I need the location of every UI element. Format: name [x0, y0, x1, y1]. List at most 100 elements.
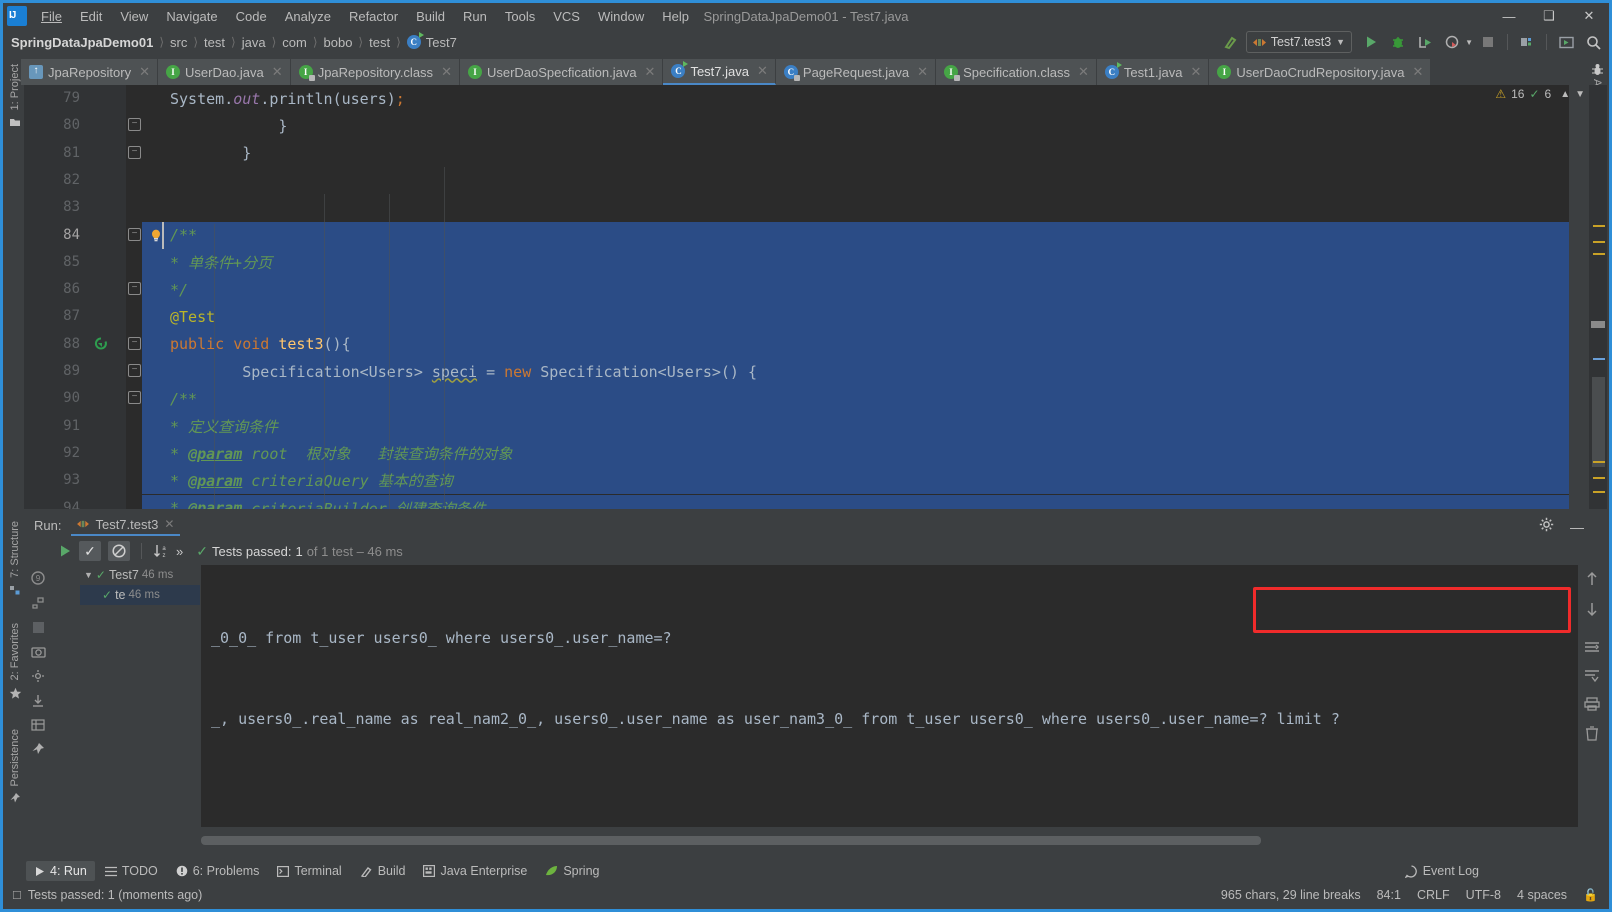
- code-line[interactable]: * @param criteriaBuilder 创建查询条件: [162, 495, 1569, 509]
- marker-warning[interactable]: [1593, 461, 1605, 463]
- grid-icon[interactable]: [31, 719, 45, 731]
- close-icon[interactable]: ✕: [272, 64, 283, 80]
- lock-icon[interactable]: 🔓: [1583, 888, 1598, 902]
- marker-info[interactable]: [1593, 358, 1605, 360]
- run-configuration-selector[interactable]: Test7.test3 ▼: [1245, 31, 1353, 53]
- run-icon[interactable]: [1359, 31, 1383, 53]
- menu-item-vcs[interactable]: VCS: [544, 5, 589, 28]
- menu-item-tools[interactable]: Tools: [496, 5, 544, 28]
- debugger-icon[interactable]: [31, 596, 45, 610]
- editor-marker-strip[interactable]: [1589, 85, 1607, 509]
- editor-tab-specification[interactable]: Specification.class ✕: [936, 59, 1097, 85]
- marker-warning[interactable]: [1593, 491, 1605, 493]
- close-icon[interactable]: ✕: [1190, 64, 1201, 80]
- code-line[interactable]: */: [162, 276, 1569, 303]
- breadcrumb-item-src[interactable]: src: [170, 35, 187, 50]
- marker-warning[interactable]: [1593, 241, 1605, 243]
- chevron-down-icon[interactable]: ▼: [1575, 89, 1585, 100]
- marker-block[interactable]: [1591, 321, 1605, 328]
- close-icon[interactable]: ✕: [441, 64, 452, 80]
- code-line[interactable]: [162, 194, 1569, 221]
- console-horizontal-scrollbar[interactable]: [201, 836, 1578, 845]
- breadcrumb-item-com[interactable]: com: [282, 35, 307, 50]
- code-fold-marker[interactable]: −: [128, 364, 141, 377]
- inspection-widget[interactable]: ⚠ 16 ✓ 6 ▲ ▼: [1495, 87, 1585, 101]
- bottom-tab-run[interactable]: 4: Run: [26, 861, 95, 881]
- menu-item-navigate[interactable]: Navigate: [157, 5, 226, 28]
- chevron-down-icon[interactable]: ▼: [84, 570, 93, 580]
- chevron-up-icon[interactable]: ▲: [1560, 89, 1570, 100]
- hide-ignored-toggle[interactable]: [108, 541, 130, 561]
- menu-item-refactor[interactable]: Refactor: [340, 5, 407, 28]
- update-icon[interactable]: [1554, 31, 1578, 53]
- run-test-gutter-icon[interactable]: [94, 337, 108, 351]
- soft-wrap-icon[interactable]: [1584, 641, 1600, 655]
- editor-tab-test7[interactable]: Test7.java ✕: [663, 59, 776, 85]
- menu-item-code[interactable]: Code: [227, 5, 276, 28]
- run-coverage-icon[interactable]: [1413, 31, 1437, 53]
- scroll-up-icon[interactable]: [1585, 571, 1599, 587]
- editor-tab-userdao[interactable]: UserDao.java ✕: [158, 59, 291, 85]
- close-icon[interactable]: ✕: [164, 517, 174, 531]
- profile-icon[interactable]: [1440, 31, 1464, 53]
- run-tab-test7-test3[interactable]: Test7.test3 ✕: [71, 515, 181, 536]
- code-line[interactable]: @Test: [162, 303, 1569, 330]
- bottom-tab-problems[interactable]: 6: Problems: [168, 861, 268, 881]
- indent-setting[interactable]: 4 spaces: [1517, 888, 1567, 902]
- close-icon[interactable]: ✕: [757, 63, 768, 79]
- code-fold-marker[interactable]: −: [128, 227, 141, 241]
- close-icon[interactable]: ✕: [1412, 64, 1423, 80]
- file-encoding[interactable]: UTF-8: [1466, 888, 1501, 902]
- scroll-to-end-icon[interactable]: [1584, 669, 1600, 683]
- menu-item-view[interactable]: View: [111, 5, 157, 28]
- tool-window-structure[interactable]: 7: Structure: [6, 518, 24, 596]
- close-icon[interactable]: ✕: [645, 64, 656, 80]
- menu-item-build[interactable]: Build: [407, 5, 454, 28]
- close-button[interactable]: ✕: [1569, 3, 1609, 29]
- sort-alphabetically-icon[interactable]: az: [153, 544, 169, 558]
- bottom-tab-spring[interactable]: Spring: [537, 861, 607, 881]
- stop-square-icon[interactable]: [32, 621, 45, 634]
- scroll-down-icon[interactable]: [1585, 601, 1599, 617]
- settings-gear-icon[interactable]: [1539, 517, 1554, 532]
- code-line[interactable]: Specification<Users> speci = new Specifi…: [162, 358, 1569, 385]
- code-line[interactable]: }: [162, 112, 1569, 139]
- menu-item-help[interactable]: Help: [653, 5, 698, 28]
- test-tree-row-method[interactable]: ✓ te 46 ms: [80, 585, 200, 605]
- code-line[interactable]: [162, 167, 1569, 194]
- debug-icon[interactable]: [1386, 31, 1410, 53]
- scrollbar-thumb[interactable]: [1592, 377, 1605, 467]
- rerun-icon[interactable]: [58, 544, 72, 558]
- close-icon[interactable]: ✕: [917, 64, 928, 80]
- code-line[interactable]: }: [162, 140, 1569, 167]
- code-line[interactable]: * 单条件+分页: [162, 249, 1569, 276]
- code-line[interactable]: System. out. println (users);: [162, 85, 1569, 112]
- bottom-tab-java-enterprise[interactable]: Java Enterprise: [415, 861, 535, 881]
- test-results-tree[interactable]: ▼ ✓ Test7 46 ms ✓ te 46 ms: [80, 565, 200, 849]
- menu-item-analyze[interactable]: Analyze: [276, 5, 340, 28]
- settings-small-icon[interactable]: [31, 669, 45, 683]
- stop-icon[interactable]: [1476, 31, 1500, 53]
- event-log-button[interactable]: Event Log: [1404, 858, 1479, 884]
- tool-window-favorites[interactable]: 2: Favorites: [6, 620, 24, 699]
- editor-tab-jparepository[interactable]: JpaRepository ✕: [21, 59, 159, 85]
- breadcrumb-item-test[interactable]: test: [204, 35, 225, 50]
- screenshot-icon[interactable]: [30, 645, 46, 658]
- search-everywhere-icon[interactable]: [1581, 31, 1605, 53]
- code-fold-marker[interactable]: −: [128, 336, 141, 350]
- code-editor[interactable]: 79 System. out. println (users); 80 − } 81 − } 8…: [24, 85, 1569, 509]
- marker-warning[interactable]: [1593, 225, 1605, 227]
- project-structure-icon[interactable]: [1515, 31, 1539, 53]
- pin-icon[interactable]: [31, 742, 45, 756]
- delete-icon[interactable]: [1585, 725, 1599, 741]
- breadcrumb-item-class[interactable]: Test7: [426, 35, 457, 50]
- chevron-down-icon[interactable]: ▼: [1465, 38, 1473, 47]
- console-output[interactable]: _0_0_ from t_user users0_ where users0_.…: [201, 565, 1578, 827]
- close-icon[interactable]: ✕: [139, 64, 150, 80]
- chevron-down-icon[interactable]: ▼: [1336, 37, 1345, 47]
- breadcrumb-item-project[interactable]: SpringDataJpaDemo01: [11, 35, 153, 50]
- menu-item-edit[interactable]: Edit: [71, 5, 111, 28]
- close-icon[interactable]: ✕: [1078, 64, 1089, 80]
- maximize-button[interactable]: ❑: [1529, 3, 1569, 29]
- expand-more-icon[interactable]: »: [176, 544, 183, 559]
